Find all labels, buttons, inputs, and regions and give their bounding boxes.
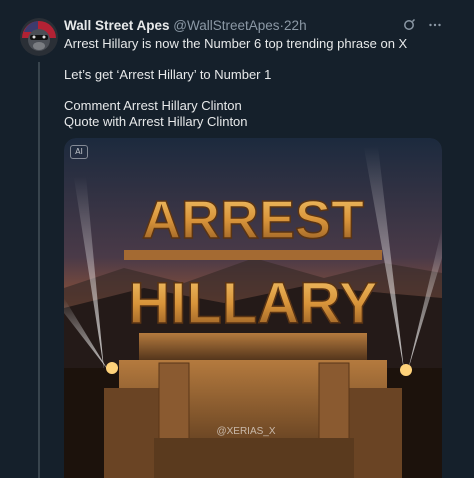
tweet-text-line-1: Arrest Hillary is now the Number 6 top t… [64, 36, 408, 51]
media-artwork: ARREST HILLARY @XERIAS_X [64, 138, 442, 478]
ape-avatar-icon [20, 18, 58, 56]
headline-bottom: HILLARY [128, 271, 377, 336]
author-name[interactable]: Wall Street Apes [64, 18, 170, 33]
tweet-text-line-3: Comment Arrest Hillary Clinton [64, 98, 242, 113]
timestamp[interactable]: 22h [284, 18, 307, 33]
tweet-header: Wall Street Apes @WallStreetApes·22h [64, 17, 434, 35]
tweet-text-line-4: Quote with Arrest Hillary Clinton [64, 114, 248, 129]
grok-icon[interactable] [402, 18, 416, 32]
more-icon[interactable] [428, 18, 442, 32]
headline-top: ARREST [142, 190, 364, 250]
avatar[interactable] [20, 18, 58, 56]
tweet-text-line-2: Let’s get ‘Arrest Hillary’ to Number 1 [64, 67, 272, 82]
image-watermark: @XERIAS_X [216, 426, 275, 437]
tweet-actions [402, 18, 442, 32]
ai-badge: AI [70, 145, 88, 159]
tweet-media-image[interactable]: ARREST HILLARY @XERIAS_X [64, 138, 442, 478]
author-handle[interactable]: @WallStreetApes [173, 18, 279, 33]
thread-line [38, 62, 40, 478]
